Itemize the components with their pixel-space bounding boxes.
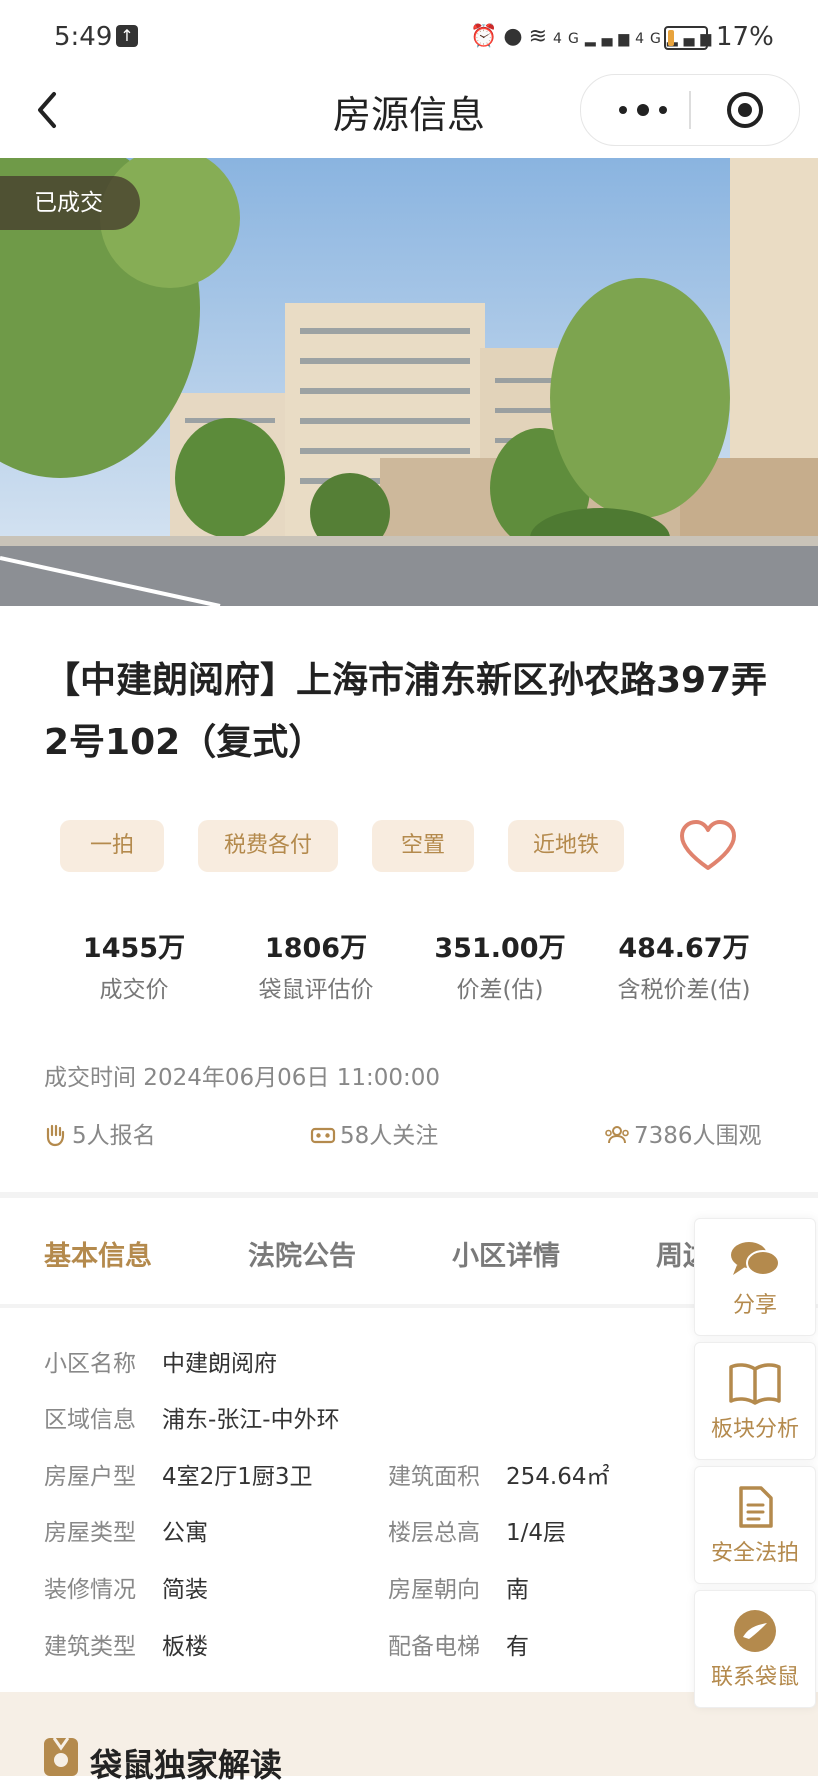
orientation-label: 房屋朝向 bbox=[388, 1577, 480, 1603]
area-value: 浦东-张江-中外环 bbox=[162, 1407, 340, 1433]
house-type-value: 公寓 bbox=[162, 1520, 208, 1546]
elevator-value: 有 bbox=[506, 1634, 529, 1660]
size-value: 254.64㎡ bbox=[506, 1464, 610, 1490]
tag-vacant: 空置 bbox=[372, 820, 474, 872]
battery-icon bbox=[664, 26, 708, 50]
tab-community-details[interactable]: 小区详情 bbox=[452, 1234, 560, 1273]
property-title: 【中建朗阅府】上海市浦东新区孙农路397弄2号102（复式） bbox=[44, 660, 768, 763]
size-label: 建筑面积 bbox=[388, 1464, 480, 1490]
orientation-value: 南 bbox=[506, 1577, 529, 1603]
status-time: 5:49 bbox=[54, 22, 113, 52]
contact-kangaroo-button[interactable]: 联系袋鼠 bbox=[694, 1590, 816, 1708]
signup-count: 5人报名 bbox=[42, 1116, 156, 1150]
watch-count: 7386人围观 bbox=[604, 1116, 762, 1150]
group-icon bbox=[605, 1126, 629, 1144]
hand-icon bbox=[46, 1124, 65, 1147]
tax-price-diff-value: 484.67万 bbox=[618, 933, 750, 964]
elevator-label: 配备电梯 bbox=[388, 1634, 480, 1660]
document-icon bbox=[739, 1486, 773, 1528]
miniprogram-capsule bbox=[580, 74, 800, 146]
tag-tax: 税费各付 bbox=[198, 820, 338, 872]
location-icon: ● bbox=[503, 24, 529, 49]
more-icon[interactable] bbox=[613, 95, 673, 125]
tab-basic-info[interactable]: 基本信息 bbox=[44, 1234, 152, 1273]
close-miniprogram-icon[interactable] bbox=[725, 90, 765, 130]
area-label: 区域信息 bbox=[44, 1407, 136, 1433]
medal-icon bbox=[42, 1736, 80, 1776]
section-divider bbox=[0, 1192, 818, 1198]
status-bar: 5:49 ↑ ⏰●≋4G▂▄▆4G▂▄▆ 17% bbox=[0, 0, 818, 72]
appraisal-price-label: 袋鼠评估价 bbox=[258, 977, 374, 1003]
battery-percentage: 17% bbox=[716, 22, 774, 52]
price-diff-value: 351.00万 bbox=[434, 933, 566, 964]
building-type-value: 板楼 bbox=[162, 1634, 208, 1660]
layout-value: 4室2厅1厨3卫 bbox=[162, 1464, 313, 1490]
safe-auction-button[interactable]: 安全法拍 bbox=[694, 1466, 816, 1584]
floor-label: 楼层总高 bbox=[388, 1520, 480, 1546]
layout-label: 房屋户型 bbox=[44, 1464, 136, 1490]
vr-glasses-icon bbox=[310, 1127, 336, 1144]
share-button[interactable]: 分享 bbox=[694, 1218, 816, 1336]
kangaroo-logo-icon bbox=[734, 1610, 776, 1652]
status-badge: 已成交 bbox=[0, 176, 140, 230]
wifi-icon: ≋ bbox=[528, 24, 554, 49]
section-title: 袋鼠独家解读 bbox=[90, 1746, 283, 1784]
follow-count: 58人关注 bbox=[310, 1116, 438, 1150]
price-diff-label: 价差(估) bbox=[456, 977, 544, 1003]
favorite-heart-icon[interactable] bbox=[678, 818, 738, 874]
decoration-label: 装修情况 bbox=[44, 1577, 136, 1603]
decoration-value: 简装 bbox=[162, 1577, 208, 1603]
floor-value: 1/4层 bbox=[506, 1520, 567, 1546]
tax-price-diff-label: 含税价差(估) bbox=[617, 977, 751, 1003]
appraisal-price-value: 1806万 bbox=[264, 933, 368, 964]
upload-icon: ↑ bbox=[116, 25, 138, 47]
community-value: 中建朗阅府 bbox=[162, 1351, 277, 1377]
alarm-icon: ⏰ bbox=[470, 24, 504, 49]
tab-court-notice[interactable]: 法院公告 bbox=[248, 1234, 356, 1273]
capsule-divider bbox=[689, 91, 691, 129]
signal-icon: 4G▂▄▆ bbox=[553, 31, 636, 47]
chat-bubbles-icon bbox=[731, 1242, 780, 1276]
deal-time: 成交时间 2024年06月06日 11:00:00 bbox=[44, 1065, 440, 1091]
open-book-icon bbox=[729, 1363, 781, 1405]
tag-near-metro: 近地铁 bbox=[508, 820, 624, 872]
house-type-label: 房屋类型 bbox=[44, 1520, 136, 1546]
building-type-label: 建筑类型 bbox=[44, 1634, 136, 1660]
tag-auction-round: 一拍 bbox=[60, 820, 164, 872]
deal-price-label: 成交价 bbox=[99, 977, 169, 1003]
community-label: 小区名称 bbox=[44, 1351, 136, 1377]
sector-analysis-button[interactable]: 板块分析 bbox=[694, 1342, 816, 1460]
deal-price-value: 1455万 bbox=[82, 933, 186, 964]
